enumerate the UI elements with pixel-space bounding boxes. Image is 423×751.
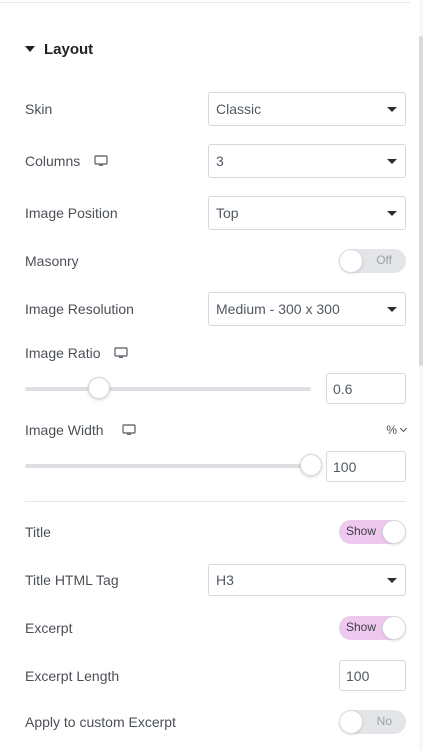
image-position-select[interactable]: Top [208, 196, 406, 230]
control-masonry: Masonry Off [25, 249, 406, 273]
control-image-position: Image Position Top [25, 196, 406, 230]
control-excerpt-length: Excerpt Length 100 [25, 660, 406, 691]
image-width-label: Image Width [25, 422, 136, 438]
control-columns: Columns 3 [25, 144, 406, 178]
columns-select-value: 3 [216, 153, 224, 169]
control-image-width-header: Image Width % [25, 420, 408, 440]
image-ratio-label-text: Image Ratio [25, 345, 101, 361]
skin-select-value: Classic [216, 101, 262, 117]
apply-custom-excerpt-toggle-state: No [376, 714, 392, 728]
image-ratio-slider[interactable] [25, 377, 311, 401]
title-html-tag-label: Title HTML Tag [25, 572, 119, 588]
masonry-label: Masonry [25, 253, 79, 269]
divider [25, 501, 406, 502]
caret-down-icon [387, 107, 397, 112]
top-border [0, 2, 410, 3]
slider-thumb[interactable] [88, 377, 111, 399]
skin-select[interactable]: Classic [208, 92, 406, 126]
title-html-tag-select[interactable]: H3 [208, 564, 406, 596]
image-ratio-input[interactable]: 0.6 [326, 373, 406, 404]
excerpt-length-input[interactable]: 100 [339, 660, 406, 691]
unit-select-value: % [386, 423, 397, 437]
section-title: Layout [44, 40, 94, 58]
control-image-ratio-header: Image Ratio [25, 343, 406, 363]
caret-down-icon [387, 211, 397, 216]
control-excerpt: Excerpt Show [25, 616, 406, 640]
image-resolution-select-value: Medium - 300 x 300 [216, 301, 340, 317]
toggle-knob [382, 520, 406, 544]
image-ratio-label: Image Ratio [25, 345, 129, 361]
slider-thumb[interactable] [300, 454, 322, 476]
scrollbar-thumb[interactable] [419, 36, 423, 366]
masonry-toggle-state: Off [376, 253, 392, 267]
apply-custom-excerpt-toggle[interactable]: No [339, 710, 406, 734]
slider-track [25, 387, 311, 391]
slider-track [25, 464, 311, 468]
image-resolution-label: Image Resolution [25, 301, 134, 317]
masonry-toggle[interactable]: Off [339, 249, 406, 273]
control-title-html-tag: Title HTML Tag H3 [25, 564, 406, 596]
image-ratio-value: 0.6 [333, 380, 353, 397]
toggle-knob [382, 616, 406, 640]
desktop-icon[interactable] [121, 424, 136, 436]
control-apply-custom-excerpt: Apply to custom Excerpt No [25, 710, 406, 734]
image-width-slider[interactable] [25, 454, 322, 478]
skin-label: Skin [25, 101, 53, 117]
control-image-resolution: Image Resolution Medium - 300 x 300 [25, 292, 406, 326]
image-resolution-select[interactable]: Medium - 300 x 300 [208, 292, 406, 326]
caret-down-icon [387, 578, 397, 583]
title-toggle[interactable]: Show [339, 520, 406, 544]
image-position-select-value: Top [216, 205, 239, 221]
image-width-value: 100 [333, 458, 357, 475]
desktop-icon[interactable] [114, 347, 129, 359]
excerpt-length-value: 100 [346, 667, 370, 684]
section-toggle-layout[interactable]: Layout [25, 38, 93, 60]
caret-down-icon [387, 159, 397, 164]
image-width-input[interactable]: 100 [326, 451, 406, 482]
title-toggle-state: Show [346, 524, 377, 538]
chevron-down-icon [399, 424, 408, 433]
image-position-label: Image Position [25, 205, 118, 221]
image-width-label-text: Image Width [25, 422, 104, 438]
control-title: Title Show [25, 520, 406, 544]
toggle-knob [339, 710, 363, 734]
excerpt-label: Excerpt [25, 620, 73, 636]
toggle-knob [339, 249, 363, 273]
unit-select[interactable]: % [386, 423, 408, 437]
columns-label-text: Columns [25, 153, 81, 169]
caret-down-icon [387, 307, 397, 312]
title-html-tag-value: H3 [216, 572, 234, 588]
excerpt-toggle-state: Show [346, 620, 377, 634]
excerpt-toggle[interactable]: Show [339, 616, 406, 640]
caret-down-icon [25, 46, 35, 52]
desktop-icon[interactable] [94, 155, 108, 167]
columns-label: Columns [25, 153, 108, 169]
columns-select[interactable]: 3 [208, 144, 406, 178]
excerpt-length-label: Excerpt Length [25, 667, 120, 684]
apply-custom-excerpt-label: Apply to custom Excerpt [25, 714, 176, 730]
control-skin: Skin Classic [25, 92, 406, 126]
title-label: Title [25, 524, 51, 540]
